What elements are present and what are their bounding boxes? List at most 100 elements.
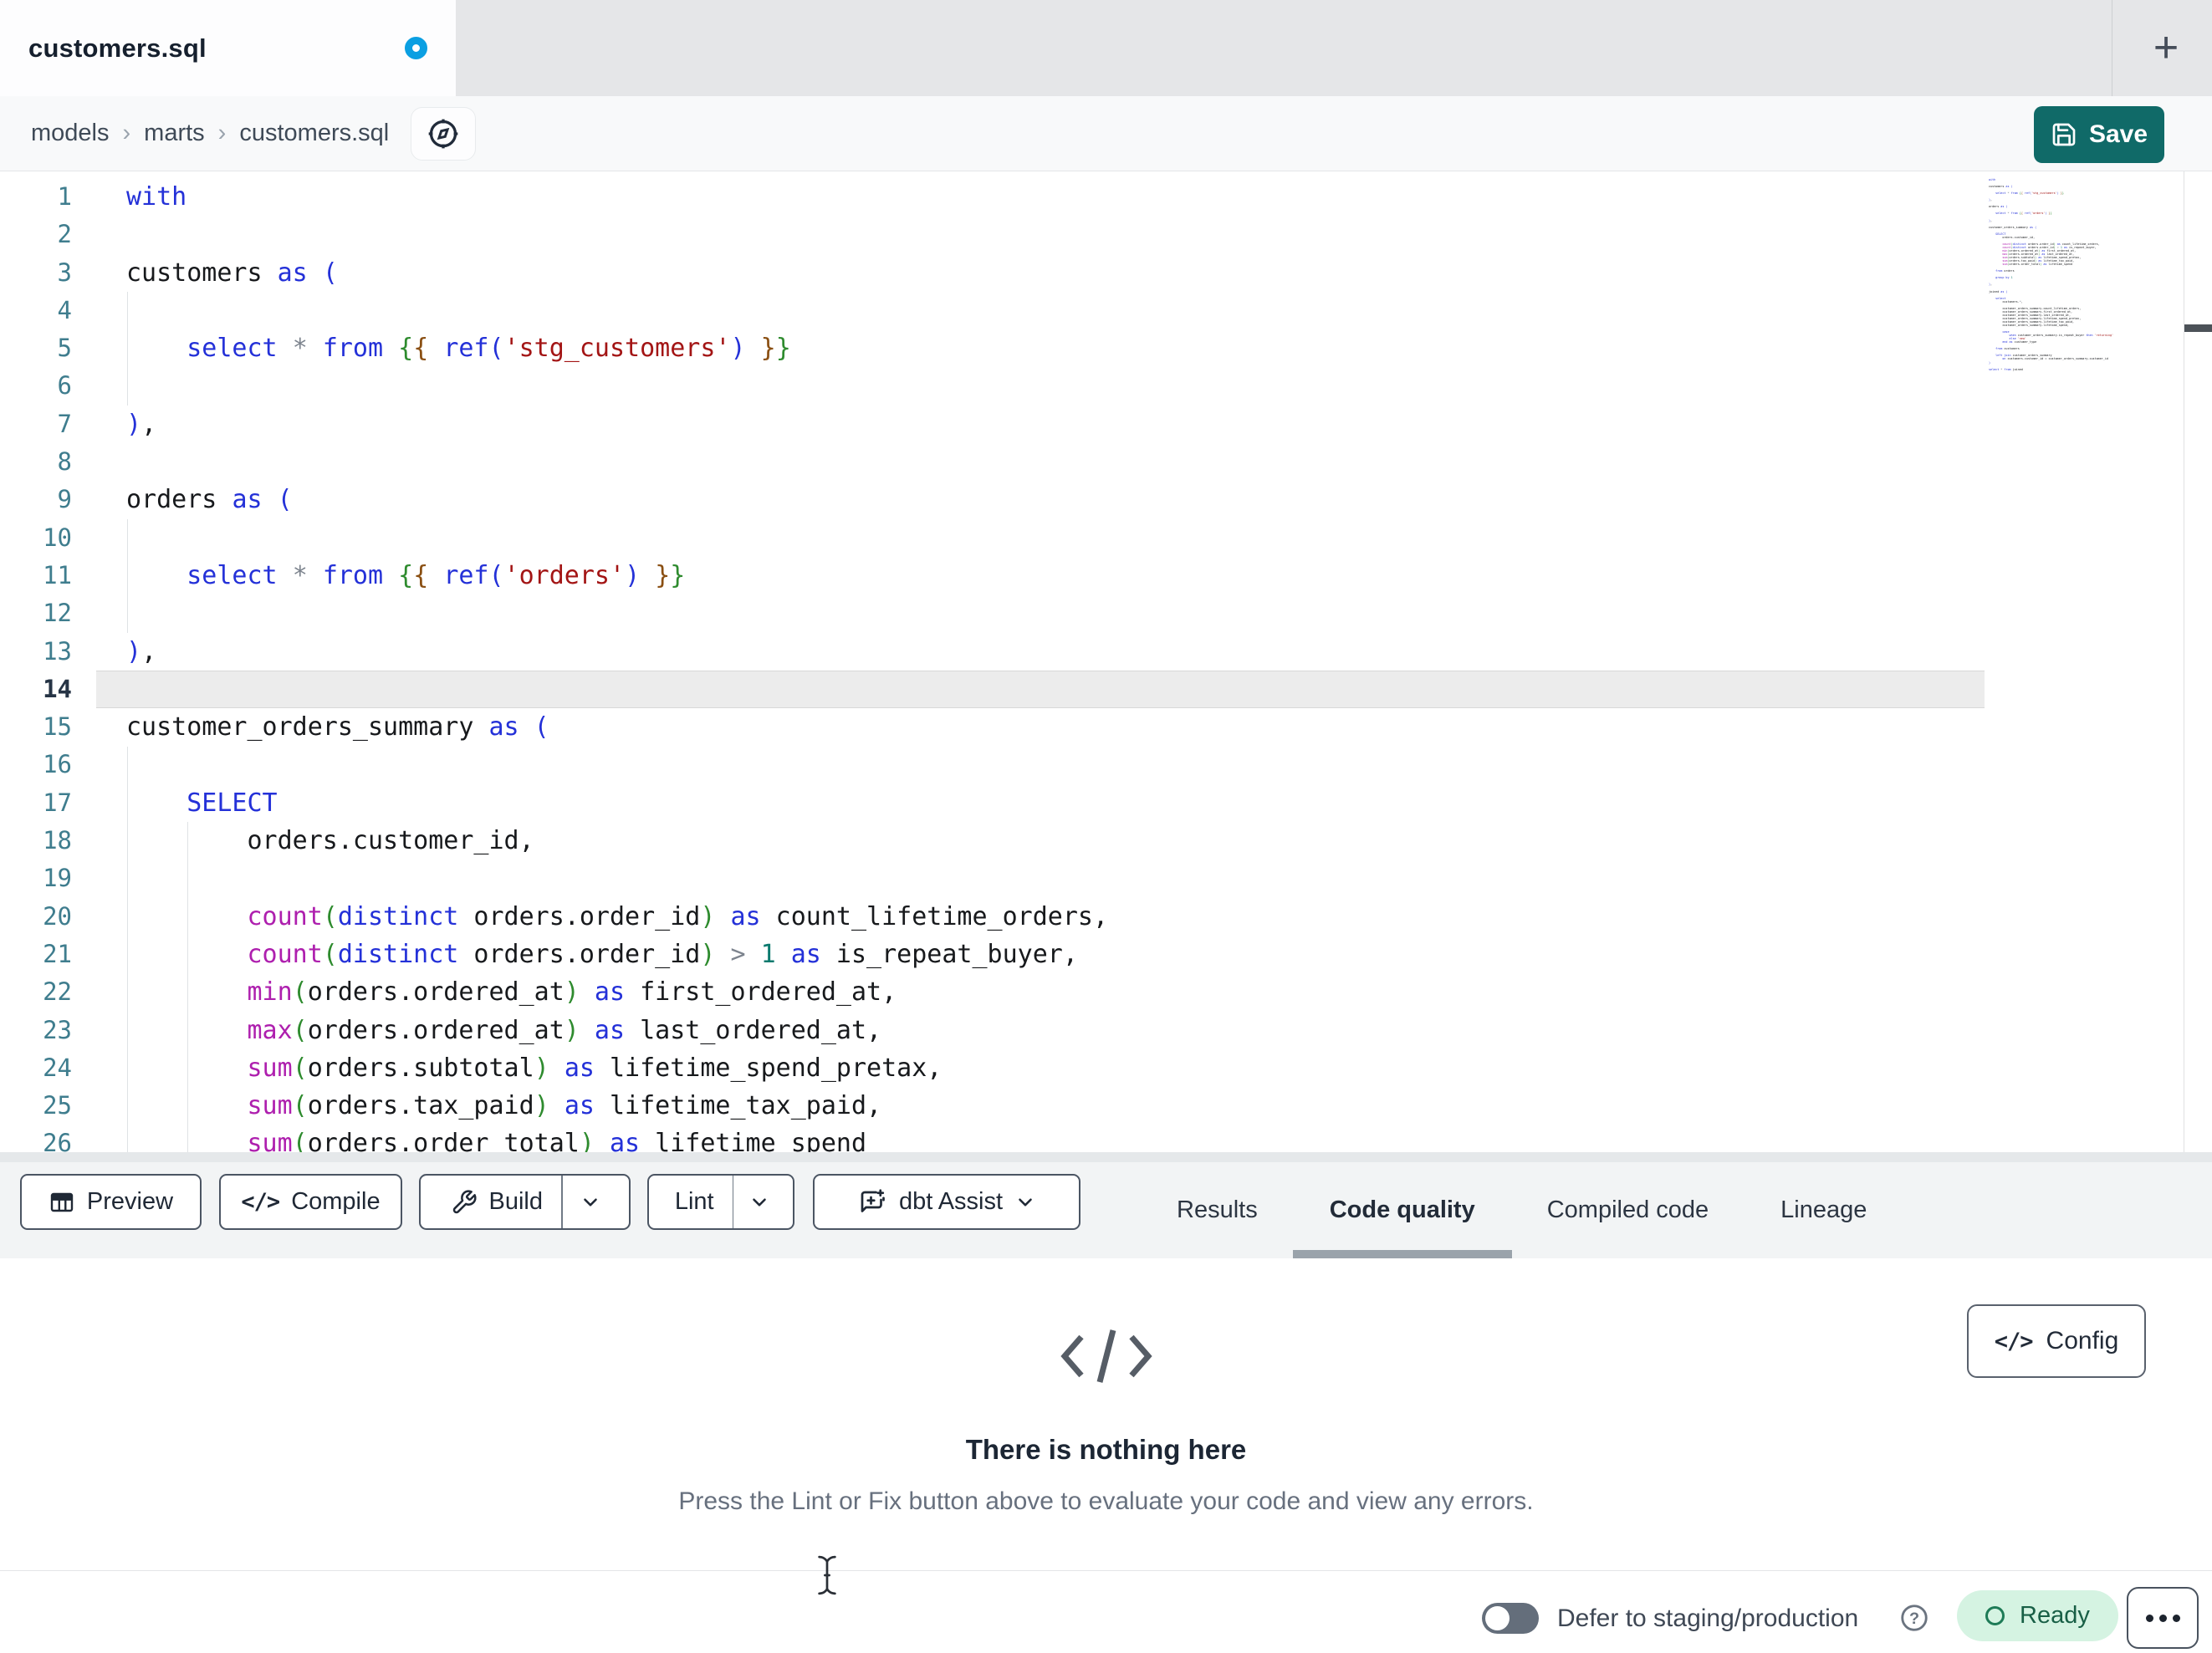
tab-title: customers.sql [28,33,207,63]
line-number: 20 [43,901,72,931]
code-line[interactable]: 19 [0,860,2212,897]
line-number: 10 [43,523,72,552]
code-line[interactable]: 20 count(distinct orders.order_id) as co… [0,898,2212,936]
status-bar: Defer to staging/production ? Ready [0,1570,2212,1653]
code-quality-panel: There is nothing here Press the Lint or … [0,1258,2212,1570]
pane-resize-handle[interactable] [0,1152,2212,1162]
lint-split-button: Lint [647,1174,794,1230]
code-line[interactable]: 3 customers as ( [0,254,2212,292]
ibeam-cursor [815,1554,839,1597]
line-number: 18 [43,826,72,855]
breadcrumb-item-models[interactable]: models [31,120,110,147]
line-number: 24 [43,1053,72,1082]
line-number: 16 [43,750,72,779]
build-split-button: Build [419,1174,631,1230]
code-line[interactable]: 17 SELECT [0,784,2212,822]
tab-lineage[interactable]: Lineage [1780,1162,1867,1258]
save-icon [2051,121,2077,148]
code-line[interactable]: 6 [0,367,2212,405]
new-tab-button[interactable]: + [2139,18,2193,77]
compile-button[interactable]: </> Compile [219,1174,402,1230]
save-button[interactable]: Save [2034,106,2164,163]
locate-in-tree-button[interactable] [411,106,477,161]
code-line[interactable]: 11 select * from {{ ref('orders') }} [0,557,2212,594]
line-number: 12 [43,599,72,628]
code-line[interactable]: 15 customer_orders_summary as ( [0,708,2212,746]
tab-results[interactable]: Results [1177,1162,1258,1258]
chevron-down-icon [1019,1197,1032,1207]
line-number: 7 [57,409,72,438]
help-icon[interactable]: ? [1898,1602,1930,1634]
build-options-chevron[interactable] [563,1176,618,1228]
line-number: 1 [57,182,72,211]
code-line[interactable]: 9 orders as ( [0,481,2212,518]
line-number: 2 [57,220,72,249]
editor-tab-strip: customers.sql + [0,0,2212,96]
table-icon [49,1189,75,1216]
code-line[interactable]: 22 min(orders.ordered_at) as first_order… [0,973,2212,1011]
code-line[interactable]: 18 orders.customer_id, [0,822,2212,860]
lint-label: Lint [674,1188,714,1215]
line-number: 17 [43,788,72,817]
compass-icon [426,116,461,151]
code-line[interactable]: 25 sum(orders.tax_paid) as lifetime_tax_… [0,1087,2212,1125]
code-line[interactable]: 12 [0,594,2212,632]
code-line[interactable]: 2 [0,216,2212,253]
code-line[interactable]: 23 max(orders.ordered_at) as last_ordere… [0,1012,2212,1049]
code-line[interactable]: 13), [0,633,2212,671]
tab-code-quality[interactable]: Code quality [1292,1162,1512,1258]
breadcrumb-item-marts[interactable]: marts [144,120,205,147]
line-number: 8 [57,447,72,477]
code-icon: </> [1994,1328,2034,1355]
save-label: Save [2088,120,2148,148]
code-line[interactable]: 24 sum(orders.subtotal) as lifetime_spen… [0,1049,2212,1087]
dbt-ide-window: customers.sql + models › marts › custome… [0,0,2212,1653]
tab-customers-sql[interactable]: customers.sql [0,0,456,96]
status-circle-icon [1985,1606,2005,1625]
dots-icon [2158,1614,2167,1622]
more-options-button[interactable] [2127,1587,2199,1649]
code-icon [0,1319,2212,1394]
ready-status-badge[interactable]: Ready [1957,1590,2118,1641]
code-editor[interactable]: 1 with 2 3 customers as (4 5 select * from {{… [0,171,2212,1152]
code-line[interactable]: 1 with [0,178,2212,216]
line-number: 26 [43,1129,72,1152]
tab-compiled-code[interactable]: Compiled code [1547,1162,1709,1258]
code-line[interactable]: 10 [0,519,2212,557]
breadcrumb-separator: › [217,120,227,146]
code-line[interactable]: 4 [0,292,2212,329]
code-line[interactable]: 26 sum(orders.order_total) as lifetime_s… [0,1125,2212,1152]
lint-options-chevron[interactable] [733,1176,785,1228]
line-number: 21 [43,939,72,968]
lint-button[interactable]: Lint [656,1176,733,1228]
wrench-icon [451,1189,478,1216]
line-number: 23 [43,1015,72,1044]
chevron-down-icon [583,1197,597,1207]
compile-label: Compile [291,1188,381,1215]
config-label: Config [2046,1327,2119,1355]
code-line[interactable]: 8 [0,443,2212,481]
unsaved-changes-dot-icon [405,37,427,59]
defer-toggle[interactable] [1482,1603,1539,1634]
chat-sparkle-icon [857,1187,887,1217]
chevron-down-icon [753,1197,766,1207]
code-line[interactable]: 14 [0,671,2212,708]
dbt-assist-button[interactable]: dbt Assist [813,1174,1080,1230]
line-number: 25 [43,1091,72,1120]
config-button[interactable]: </> Config [1967,1304,2146,1378]
code-line[interactable]: 7), [0,406,2212,443]
ready-label: Ready [2020,1602,2090,1629]
dots-icon [2172,1614,2180,1622]
code-line[interactable]: 21 count(distinct orders.order_id) > 1 a… [0,936,2212,973]
empty-state: There is nothing here Press the Lint or … [0,1258,2212,1516]
preview-button[interactable]: Preview [20,1174,202,1230]
empty-state-title: There is nothing here [965,1434,1247,1465]
build-label: Build [488,1188,544,1215]
breadcrumb-separator: › [122,120,131,146]
breadcrumb-item-file[interactable]: customers.sql [239,120,389,147]
toggle-knob [1485,1606,1510,1630]
empty-state-subtitle: Press the Lint or Fix button above to ev… [678,1487,1534,1515]
code-line[interactable]: 5 select * from {{ ref('stg_customers') … [0,329,2212,367]
build-button[interactable]: Build [432,1176,562,1228]
code-line[interactable]: 16 [0,746,2212,783]
